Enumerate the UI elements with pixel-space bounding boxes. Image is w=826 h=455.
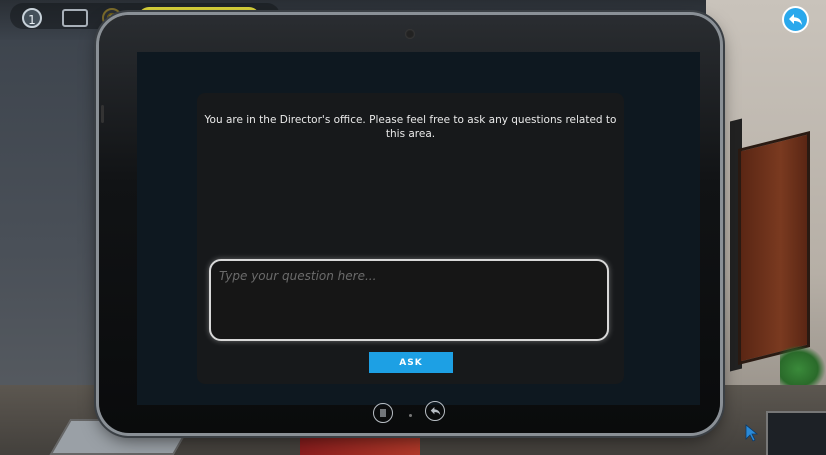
mouse-cursor-icon	[745, 424, 759, 446]
potted-plant	[780, 345, 826, 385]
tablet-device: You are in the Director's office. Please…	[99, 15, 720, 433]
tablet-side-button	[101, 105, 104, 123]
level-badge[interactable]: 1	[22, 8, 42, 28]
office-door	[738, 131, 810, 365]
menu-lines-icon[interactable]	[373, 403, 393, 423]
inventory-icon[interactable]	[62, 9, 88, 27]
location-message: You are in the Director's office. Please…	[204, 114, 617, 140]
tablet-nav-bar	[373, 401, 453, 425]
monitor	[766, 411, 826, 455]
question-input-box[interactable]	[209, 259, 609, 341]
tablet-camera	[405, 29, 415, 39]
question-input[interactable]	[217, 267, 601, 333]
back-arrow-icon[interactable]	[425, 401, 445, 421]
nav-dot	[409, 414, 412, 417]
tablet-screen: You are in the Director's office. Please…	[137, 52, 700, 405]
question-panel: You are in the Director's office. Please…	[197, 93, 624, 384]
back-arrow-icon[interactable]	[782, 6, 809, 33]
ask-button[interactable]: ASK	[369, 352, 453, 373]
